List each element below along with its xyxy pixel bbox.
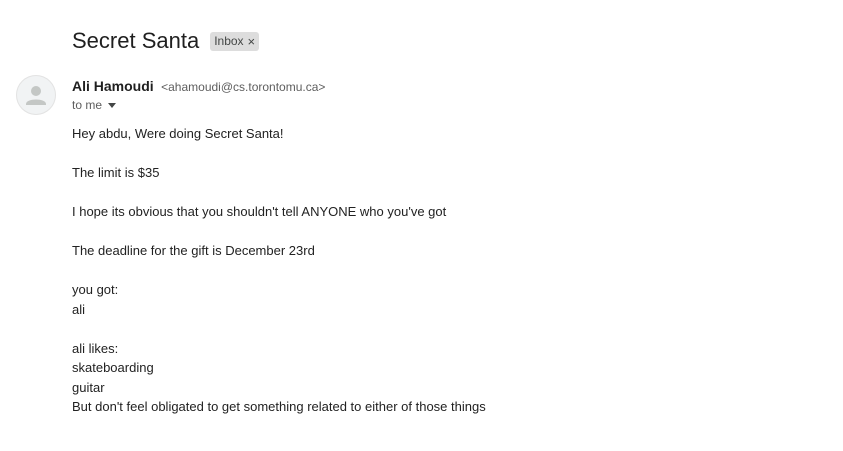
sender-name[interactable]: Ali Hamoudi	[72, 78, 154, 94]
body-line: The deadline for the gift is December 23…	[72, 243, 315, 258]
recipient-line: to me	[72, 97, 117, 113]
remove-label-icon[interactable]: ×	[248, 33, 256, 50]
body-line: The limit is $35	[72, 165, 160, 180]
show-details-dropdown-icon[interactable]	[108, 102, 117, 108]
email-body: Hey abdu, Were doing Secret Santa! The li…	[72, 124, 772, 417]
sender-avatar[interactable]	[16, 75, 56, 115]
sender-line: Ali Hamoudi <ahamoudi@cs.torontomu.ca>	[72, 77, 325, 96]
inbox-label-chip[interactable]: Inbox ×	[210, 31, 260, 51]
subject-row: Secret Santa Inbox ×	[72, 27, 260, 55]
body-line: skateboarding	[72, 360, 154, 375]
body-line: you got:	[72, 282, 119, 297]
body-line: Hey abdu, Were doing Secret Santa!	[72, 126, 284, 141]
body-line: ali likes:	[72, 340, 119, 356]
person-icon	[26, 86, 46, 105]
recipient-text: to me	[72, 98, 103, 112]
sender-email: <ahamoudi@cs.torontomu.ca>	[161, 80, 326, 94]
body-line: ali	[72, 301, 86, 317]
inbox-label-text: Inbox	[214, 33, 244, 48]
email-subject: Secret Santa	[72, 28, 200, 53]
body-line: But don't feel obligated to get somethin…	[72, 399, 486, 414]
body-line: guitar	[72, 379, 105, 395]
body-line: I hope its obvious that you shouldn't te…	[72, 204, 447, 219]
